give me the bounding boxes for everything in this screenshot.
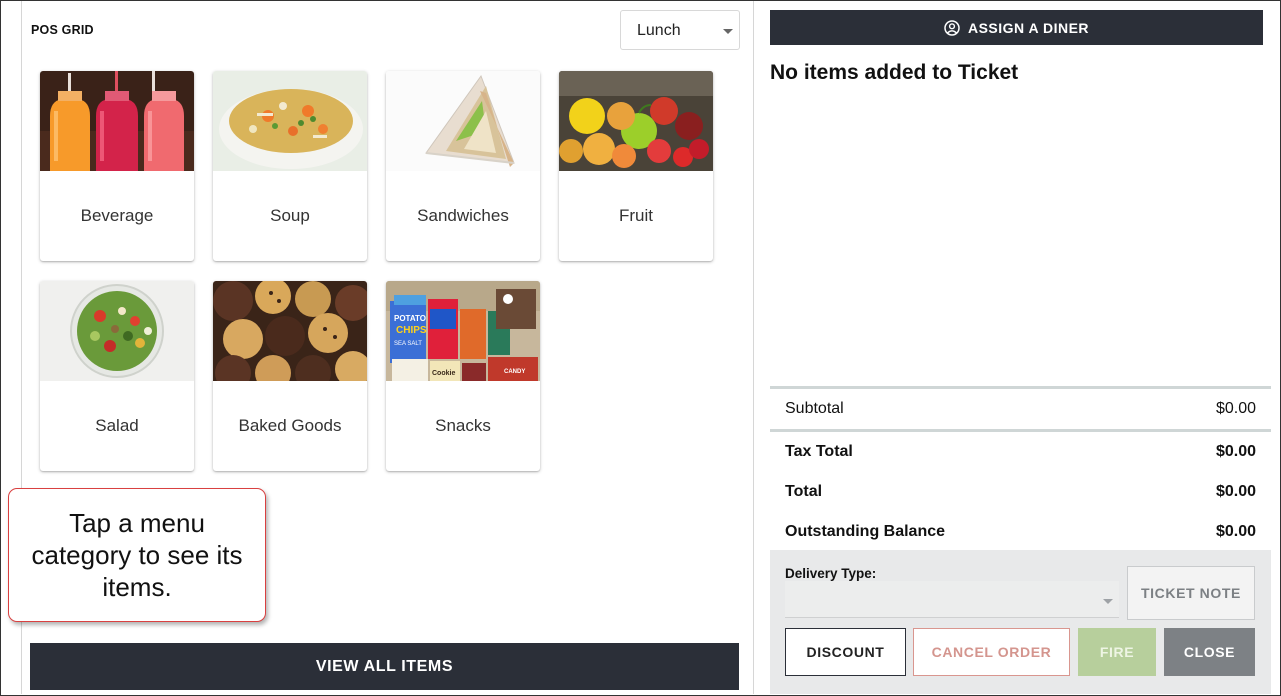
tax-total-value: $0.00 — [1215, 443, 1256, 460]
category-card-baked-goods[interactable]: Baked Goods — [213, 281, 367, 471]
snack-text: SEA SALT — [394, 341, 422, 347]
cancel-order-button[interactable]: CANCEL ORDER — [913, 628, 1070, 676]
discount-button[interactable]: DISCOUNT — [785, 628, 906, 676]
assign-diner-label: ASSIGN A DINER — [967, 19, 1090, 36]
tax-total-row: Tax Total $0.00 — [770, 432, 1271, 472]
category-label: Baked Goods — [238, 416, 342, 435]
ticket-note-button[interactable]: TICKET NOTE — [1127, 566, 1255, 620]
subtotal-row: Subtotal $0.00 — [770, 389, 1271, 429]
snack-text: CANDY — [504, 369, 525, 375]
outstanding-balance-row: Outstanding Balance $0.00 — [770, 512, 1271, 552]
user-circle-icon — [944, 19, 960, 36]
category-card-sandwiches[interactable]: Sandwiches — [386, 71, 540, 261]
snack-text: CHIPS — [396, 325, 427, 336]
subtotal-value: $0.00 — [1215, 400, 1256, 417]
category-label: Beverage — [80, 206, 154, 225]
soup-image — [213, 71, 367, 171]
caret-down-icon — [723, 29, 733, 34]
instruction-callout: Tap a menu category to see its items. — [8, 488, 266, 622]
outstanding-balance-value: $0.00 — [1215, 523, 1256, 540]
category-label: Soup — [270, 206, 310, 225]
fruit-image — [559, 71, 713, 171]
category-label: Sandwiches — [417, 206, 509, 225]
delivery-type-select[interactable] — [785, 581, 1119, 618]
total-value: $0.00 — [1215, 483, 1256, 500]
pos-grid-title: POS GRID — [31, 23, 94, 37]
category-card-fruit[interactable]: Fruit — [559, 71, 713, 261]
category-card-salad[interactable]: Salad — [40, 281, 194, 471]
baked-goods-image — [213, 281, 367, 381]
category-label: Snacks — [435, 416, 491, 435]
category-label: Fruit — [619, 206, 653, 225]
subtotal-label: Subtotal — [785, 400, 844, 417]
ticket-totals: Subtotal $0.00 Tax Total $0.00 Total $0.… — [770, 386, 1271, 552]
assign-diner-button[interactable]: ASSIGN A DINER — [770, 10, 1263, 45]
delivery-type-label: Delivery Type: — [785, 566, 877, 581]
fire-button[interactable]: FIRE — [1078, 628, 1156, 676]
category-card-beverage[interactable]: Beverage — [40, 71, 194, 261]
category-card-soup[interactable]: Soup — [213, 71, 367, 261]
snacks-image: POTATO CHIPS SEA SALT Cookie CANDY — [386, 281, 540, 381]
ticket-empty-message: No items added to Ticket — [770, 61, 1019, 84]
sandwich-image — [386, 71, 540, 171]
snack-text: Cookie — [432, 370, 455, 377]
total-label: Total — [785, 483, 823, 500]
caret-down-icon — [1103, 599, 1113, 604]
category-label: Salad — [95, 416, 139, 435]
meal-period-select[interactable]: Lunch — [620, 10, 740, 50]
ticket-actions: Delivery Type: TICKET NOTE DISCOUNT CANC… — [770, 550, 1271, 694]
view-all-items-button[interactable]: VIEW ALL ITEMS — [30, 643, 739, 690]
close-button[interactable]: CLOSE — [1164, 628, 1255, 676]
outstanding-balance-label: Outstanding Balance — [785, 523, 946, 540]
salad-image — [40, 281, 194, 381]
tax-total-label: Tax Total — [785, 443, 853, 460]
meal-period-value: Lunch — [637, 22, 681, 39]
total-row: Total $0.00 — [770, 472, 1271, 512]
category-card-snacks[interactable]: POTATO CHIPS SEA SALT Cookie CANDY Snack… — [386, 281, 540, 471]
beverage-image — [40, 71, 194, 171]
snack-text: POTATO — [394, 314, 426, 323]
